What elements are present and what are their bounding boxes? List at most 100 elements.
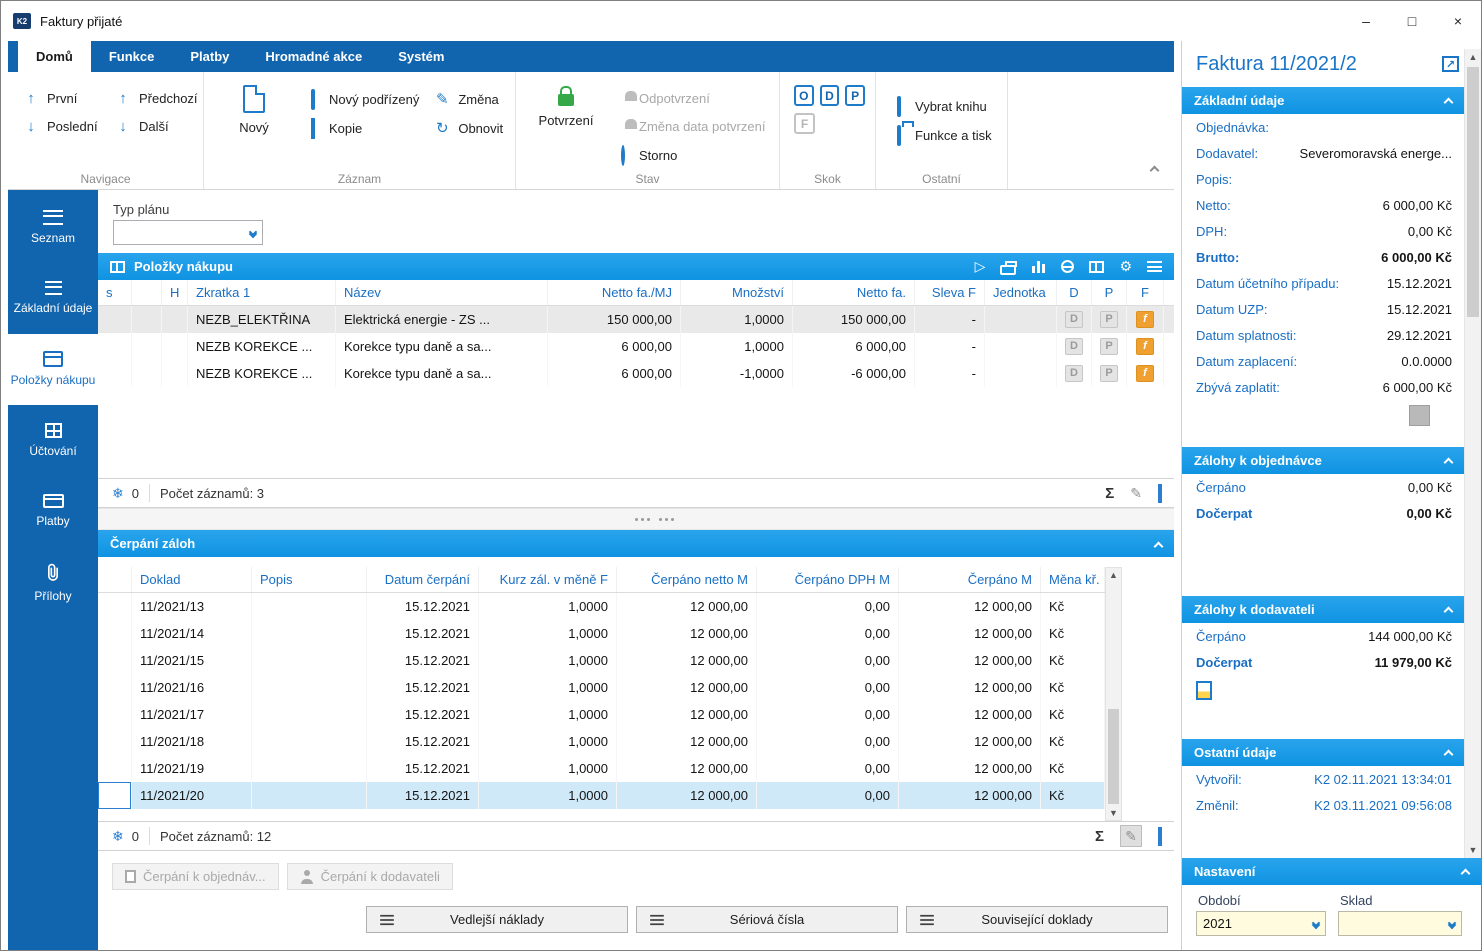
print-icon[interactable] bbox=[1000, 265, 1016, 275]
advance-row[interactable]: 11/2021/15 15.12.2021 1,0000 12 000,00 0… bbox=[98, 647, 1105, 674]
advance-row[interactable]: 11/2021/20 15.12.2021 1,0000 12 000,00 0… bbox=[98, 782, 1105, 809]
row-selector-cell[interactable] bbox=[98, 674, 132, 701]
col-sleva[interactable]: Sleva F bbox=[915, 280, 985, 305]
f-flag-button[interactable]: f bbox=[1136, 365, 1154, 382]
scroll-up-icon[interactable]: ▲ bbox=[1109, 570, 1118, 580]
maximize-button[interactable]: □ bbox=[1389, 1, 1435, 41]
scrollbar-thumb[interactable] bbox=[1467, 67, 1479, 317]
col-datum[interactable]: Datum čerpání bbox=[367, 567, 479, 592]
storno-button[interactable]: Storno bbox=[614, 144, 765, 167]
grid-settings-icon[interactable] bbox=[1158, 829, 1162, 844]
advance-row[interactable]: 11/2021/19 15.12.2021 1,0000 12 000,00 0… bbox=[98, 755, 1105, 782]
last-button[interactable]: ↓Poslední bbox=[22, 114, 114, 138]
advance-row[interactable]: 11/2021/18 15.12.2021 1,0000 12 000,00 0… bbox=[98, 728, 1105, 755]
invoice-icon[interactable] bbox=[1196, 681, 1212, 700]
bottom-button[interactable]: Sériová čísla bbox=[636, 906, 898, 933]
globe-icon[interactable] bbox=[1061, 260, 1074, 273]
col-s[interactable]: s bbox=[98, 280, 132, 305]
tab-platby[interactable]: Platby bbox=[172, 41, 247, 72]
sidebar-item-zakladni-udaje[interactable]: Základní údaje bbox=[8, 263, 98, 334]
section-header-ostatni[interactable]: Ostatní údaje bbox=[1182, 739, 1464, 766]
col-mnozstvi[interactable]: Množství bbox=[681, 280, 793, 305]
expand-icon[interactable]: ↗ bbox=[1442, 56, 1459, 72]
col-cerpano[interactable]: Čerpáno M bbox=[899, 567, 1041, 592]
col-f[interactable]: F bbox=[1127, 280, 1164, 305]
advance-row[interactable]: 11/2021/13 15.12.2021 1,0000 12 000,00 0… bbox=[98, 593, 1105, 620]
advances-scrollbar[interactable]: ▲ ▼ bbox=[1105, 567, 1122, 821]
section-header-nastaveni[interactable]: Nastavení bbox=[1182, 858, 1481, 885]
sidebar-item-platby[interactable]: Platby bbox=[8, 476, 98, 547]
new-button[interactable]: Nový bbox=[218, 82, 290, 167]
tab-hromadne-akce[interactable]: Hromadné akce bbox=[247, 41, 380, 72]
f-flag-button[interactable]: f bbox=[1136, 311, 1154, 328]
col-h[interactable]: H bbox=[162, 280, 188, 305]
tab-system[interactable]: Systém bbox=[380, 41, 462, 72]
chevron-up-icon[interactable] bbox=[1461, 869, 1471, 879]
obdobi-combo[interactable]: 2021 bbox=[1196, 911, 1326, 936]
sidebar-item-polozky-nakupu[interactable]: Položky nákupu bbox=[8, 334, 98, 405]
select-book-button[interactable]: Vybrat knihu bbox=[890, 94, 997, 118]
purchase-row[interactable]: NEZB KOREKCE ... Korekce typu daně a sa.… bbox=[98, 333, 1174, 360]
tab-domu[interactable]: Domů bbox=[18, 41, 91, 72]
row-selector-cell[interactable] bbox=[98, 701, 132, 728]
panel-splitter[interactable] bbox=[98, 508, 1174, 530]
section-header-zakladni[interactable]: Základní údaje bbox=[1182, 87, 1464, 114]
ribbon-collapse-button[interactable] bbox=[1151, 161, 1158, 179]
menu-icon[interactable] bbox=[1147, 261, 1162, 272]
row-selector-cell[interactable] bbox=[98, 593, 132, 620]
bottom-button[interactable]: Související doklady bbox=[906, 906, 1168, 933]
tab-funkce[interactable]: Funkce bbox=[91, 41, 173, 72]
minimize-button[interactable]: – bbox=[1343, 1, 1389, 41]
purchase-row[interactable]: NEZB_ELEKTŘINA Elektrická energie - ZS .… bbox=[98, 306, 1174, 333]
confirm-button[interactable]: Potvrzení bbox=[530, 82, 602, 167]
chevron-up-icon[interactable] bbox=[1444, 750, 1454, 760]
advance-row[interactable]: 11/2021/17 15.12.2021 1,0000 12 000,00 0… bbox=[98, 701, 1105, 728]
col-zkratka[interactable]: Zkratka 1 bbox=[188, 280, 336, 305]
d-flag-button[interactable]: D bbox=[1065, 365, 1083, 382]
col-popis[interactable]: Popis bbox=[252, 567, 367, 592]
col-kurz[interactable]: Kurz zál. v měně F bbox=[479, 567, 617, 592]
edit-icon[interactable]: ✎ bbox=[1130, 485, 1142, 502]
first-button[interactable]: ↑První bbox=[22, 86, 114, 110]
items-panel-header[interactable]: Položky nákupu ▷ ⚙ bbox=[98, 253, 1174, 280]
col-d[interactable]: D bbox=[1057, 280, 1092, 305]
chevron-up-icon[interactable] bbox=[1444, 98, 1454, 108]
grid-settings-icon[interactable] bbox=[1158, 486, 1162, 501]
advances-panel-header[interactable]: Čerpání záloh bbox=[98, 530, 1174, 557]
d-flag-button[interactable]: D bbox=[1065, 338, 1083, 355]
snowflake-icon[interactable]: ❄ bbox=[112, 485, 124, 502]
col-cerpano-netto[interactable]: Čerpáno netto M bbox=[617, 567, 757, 592]
scroll-down-icon[interactable]: ▼ bbox=[1469, 845, 1478, 855]
columns-icon[interactable] bbox=[1089, 261, 1104, 273]
bottom-button[interactable]: Vedlejší náklady bbox=[366, 906, 628, 933]
snowflake-icon[interactable]: ❄ bbox=[112, 828, 124, 845]
col-p[interactable]: P bbox=[1092, 280, 1127, 305]
sum-icon[interactable]: Σ bbox=[1105, 485, 1114, 502]
sidebar-item-seznam[interactable]: Seznam bbox=[8, 192, 98, 263]
sklad-combo[interactable] bbox=[1338, 911, 1462, 936]
jump-o-button[interactable]: O bbox=[794, 85, 814, 106]
col-doklad[interactable]: Doklad bbox=[132, 567, 252, 592]
col-netto[interactable]: Netto fa. bbox=[793, 280, 915, 305]
chart-icon[interactable] bbox=[1037, 261, 1040, 273]
row-selector-cell[interactable] bbox=[98, 647, 132, 674]
refresh-button[interactable]: ↻Obnovit bbox=[433, 116, 503, 140]
p-flag-button[interactable]: P bbox=[1100, 365, 1118, 382]
row-selector-cell[interactable] bbox=[98, 755, 132, 782]
purchase-row[interactable]: NEZB KOREKCE ... Korekce typu daně a sa.… bbox=[98, 360, 1174, 387]
col-cerpano-dph[interactable]: Čerpáno DPH M bbox=[757, 567, 899, 592]
scroll-up-icon[interactable]: ▲ bbox=[1469, 52, 1478, 62]
f-flag-button[interactable]: f bbox=[1136, 338, 1154, 355]
chevron-up-icon[interactable] bbox=[1444, 458, 1454, 468]
advance-row[interactable]: 11/2021/14 15.12.2021 1,0000 12 000,00 0… bbox=[98, 620, 1105, 647]
col-jednotka[interactable]: Jednotka bbox=[985, 280, 1057, 305]
p-flag-button[interactable]: P bbox=[1100, 338, 1118, 355]
jump-d-button[interactable]: D bbox=[820, 85, 840, 106]
detail-scrollbar[interactable]: ▲ ▼ bbox=[1464, 49, 1481, 858]
p-flag-button[interactable]: P bbox=[1100, 311, 1118, 328]
typ-planu-combo[interactable] bbox=[113, 220, 263, 245]
functions-print-button[interactable]: Funkce a tisk bbox=[890, 123, 997, 147]
sidebar-item-prilohy[interactable]: Přílohy bbox=[8, 547, 98, 618]
previous-button[interactable]: ↑Předchozí bbox=[114, 86, 198, 110]
run-icon[interactable]: ▷ bbox=[975, 258, 986, 275]
